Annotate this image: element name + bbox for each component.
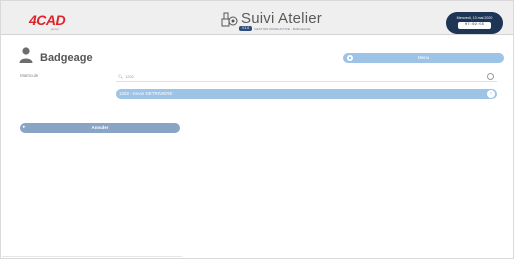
cancel-button-label: Annuler [91,125,109,130]
cancel-button[interactable]: ▸ Annuler [20,123,180,133]
matricule-search-input[interactable]: 🔍︎ 1202 [116,72,497,82]
date-text: Mercredi, 13 mai 2020 [456,16,493,20]
divider [2,256,182,257]
clear-icon[interactable] [487,73,494,80]
user-icon [19,47,33,63]
matricule-label: Matricule [20,73,39,78]
version-badge: V1.0 [239,26,253,31]
company-logo-sub: group [51,27,59,31]
app-subtitle: GESTION PRODUCTIVE - BADGEAGE [254,26,311,31]
search-result-label: 1202 - Kevin DETRIVIERE [119,91,173,96]
page-title: Badgeage [40,52,93,64]
time-text: 07:02:55 [458,22,491,29]
app-title: Suivi Atelier [241,10,322,27]
search-value: 1202 [125,74,134,79]
menu-button-label: Menu [417,55,430,60]
search-result-item[interactable]: 1202 - Kevin DETRIVIERE › [116,89,497,99]
search-icon: 🔍︎ [118,74,124,79]
app-tagline: V1.0 GESTION PRODUCTIVE - BADGEAGE [239,26,311,31]
chevron-right-icon: › [487,90,495,98]
date-time-box: Mercredi, 13 mai 2020 07:02:55 [446,12,503,34]
menu-button[interactable]: Menu [343,53,504,63]
header-bar: 4CAD group Suivi Atelier V1.0 GESTION PR… [1,1,513,35]
workshop-icon [221,12,238,27]
company-logo: 4CAD [29,12,66,28]
